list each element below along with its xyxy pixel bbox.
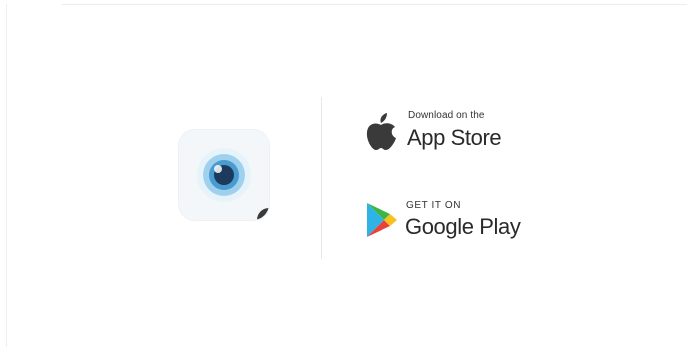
google-play-badge[interactable]: GET IT ON Google Play <box>364 196 521 244</box>
google-play-logo-icon <box>367 203 397 237</box>
app-store-badge[interactable]: Download on the App Store <box>364 108 514 156</box>
apple-logo-icon <box>366 113 396 150</box>
google-play-small-text: GET IT ON <box>406 200 462 211</box>
app-store-small-text: Download on the <box>408 110 485 121</box>
vertical-divider <box>321 97 322 259</box>
app-icon <box>179 130 269 220</box>
google-play-large-text: Google Play <box>405 214 521 239</box>
eye-icon <box>197 148 251 202</box>
frame-top-border <box>62 4 687 5</box>
frame-left-border <box>6 4 7 347</box>
app-store-large-text: App Store <box>407 125 502 150</box>
download-app-page: Download on the App Store GET IT ON Goog… <box>0 0 687 347</box>
